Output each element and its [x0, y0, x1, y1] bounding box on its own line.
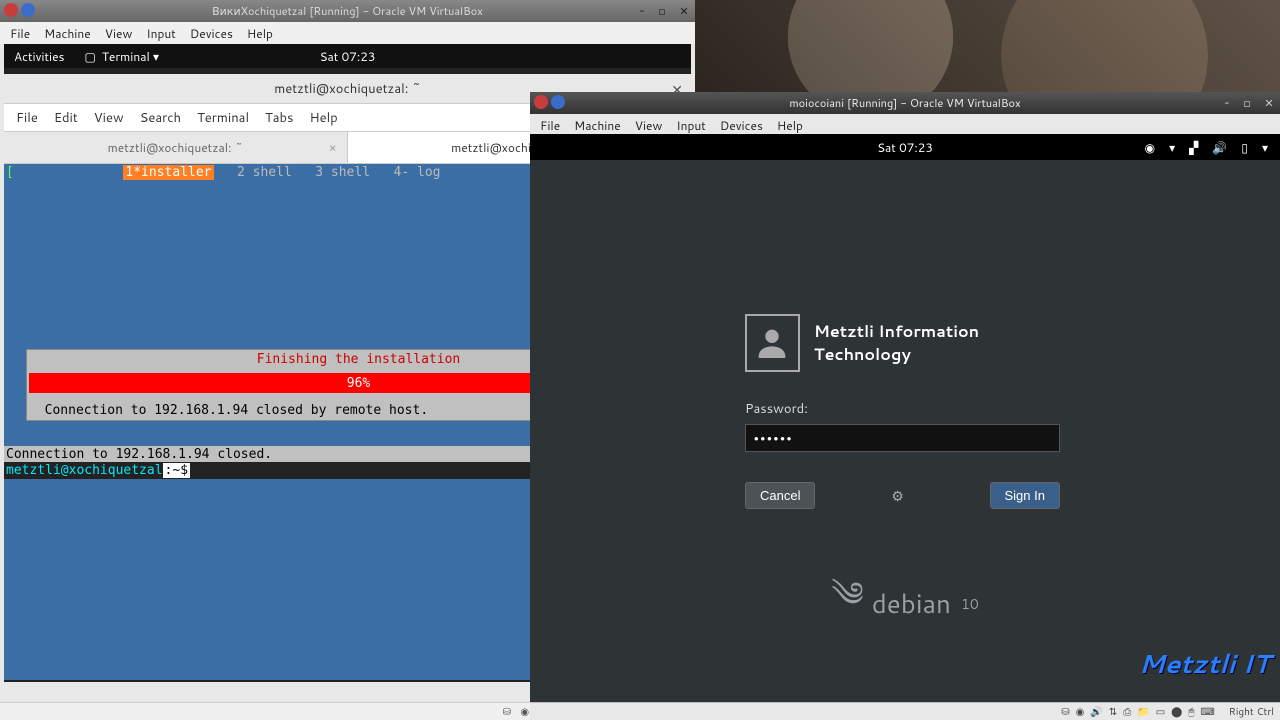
debian-version: 10: [961, 594, 979, 614]
menu-machine[interactable]: Machine: [574, 117, 621, 134]
tab-label: metztli@xochiquetzal: ~: [108, 139, 243, 156]
term-menu-edit[interactable]: Edit: [54, 109, 78, 127]
app-icon: [4, 3, 18, 17]
minimize-icon[interactable]: ╶: [629, 0, 651, 22]
term-menu-view[interactable]: View: [94, 109, 124, 127]
chevron-down-icon[interactable]: ▾: [1169, 139, 1175, 156]
menu-view[interactable]: View: [105, 25, 133, 42]
term-menu-help[interactable]: Help: [309, 109, 337, 127]
host-key-label: Right Ctrl: [1229, 705, 1274, 719]
battery-icon[interactable]: ▯: [1241, 139, 1248, 156]
vm-right-title: moiocoiani [Running] - Oracle VM Virtual…: [789, 95, 1020, 111]
gnome-top-bar: Activities ▢ Terminal ▾ Sat 07:23: [4, 44, 691, 68]
maximize-icon[interactable]: ▫: [1236, 92, 1258, 114]
term-menu-file[interactable]: File: [16, 109, 38, 127]
optical-icon[interactable]: ◉: [1076, 705, 1085, 719]
vm-right-statusbar: ⛁ ◉ 🔊 ⇅ ⎙ 📁 ▭ ⬤ 🖱 ⌨ Right Ctrl: [530, 702, 1280, 720]
byobu-tab-shell[interactable]: 2 shell: [237, 165, 292, 180]
mouse-icon[interactable]: 🖱: [1188, 705, 1194, 719]
watermark: Metztli IT: [1139, 646, 1270, 682]
hdd-icon[interactable]: ⛁: [500, 705, 514, 719]
usb-icon[interactable]: ⎙: [1123, 705, 1131, 719]
login-panel: Metztli Information Technology Password:…: [745, 314, 1065, 509]
app-menu-label: Terminal ▾: [102, 48, 159, 65]
desktop-background: [695, 0, 1280, 92]
titlebar-icons: [534, 95, 565, 109]
term-menu-terminal[interactable]: Terminal: [197, 109, 249, 127]
titlebar-icons: [4, 3, 35, 17]
debian-wordmark: debian: [872, 586, 951, 622]
menu-input[interactable]: Input: [676, 117, 706, 134]
system-tray[interactable]: ◉ ▾ ▞ 🔊 ▯ ▾: [1145, 139, 1280, 156]
shared-folder-icon[interactable]: 📁: [1137, 705, 1149, 719]
progress-percent: 96%: [347, 376, 370, 391]
gear-icon[interactable]: ⚙: [891, 486, 904, 506]
terminal-title: metztli@xochiquetzal: ~: [274, 80, 421, 98]
sign-in-button[interactable]: Sign In: [990, 482, 1060, 509]
clock[interactable]: Sat 07:23: [320, 48, 376, 65]
password-label: Password:: [745, 400, 1065, 418]
debian-logo: ༄ debian 10: [831, 556, 979, 652]
guest-right: Sat 07:23 ◉ ▾ ▞ 🔊 ▯ ▾ Metztli Informatio…: [530, 134, 1280, 702]
menu-help[interactable]: Help: [777, 117, 803, 134]
user-row: Metztli Information Technology: [745, 314, 1065, 372]
hdd-icon[interactable]: ⛁: [1061, 705, 1069, 719]
byobu-tab-installer[interactable]: 1*installer: [123, 165, 213, 180]
terminal-icon: ▢: [85, 48, 96, 65]
gnome-top-bar-right: Sat 07:23 ◉ ▾ ▞ 🔊 ▯ ▾: [530, 134, 1280, 160]
byobu-tab-shell2[interactable]: 3 shell: [315, 165, 370, 180]
keyboard-icon[interactable]: ⌨: [1200, 705, 1214, 719]
network-icon[interactable]: ⇅: [1109, 705, 1117, 719]
audio-icon[interactable]: 🔊: [1090, 705, 1102, 719]
password-input[interactable]: [745, 424, 1060, 452]
avatar: [745, 314, 800, 372]
user-display-name: Metztli Information Technology: [814, 320, 1065, 366]
term-menu-search[interactable]: Search: [140, 109, 181, 127]
msg-line: Connection to 192.168.1.94 closed by rem…: [29, 403, 428, 418]
display-icon[interactable]: ▭: [1156, 705, 1165, 719]
debian-swirl-icon: ༄: [831, 556, 863, 652]
cancel-button[interactable]: Cancel: [745, 482, 815, 509]
app-icon: [551, 95, 565, 109]
menu-view[interactable]: View: [635, 117, 663, 134]
vm-right-titlebar[interactable]: moiocoiani [Running] - Oracle VM Virtual…: [530, 92, 1280, 114]
bracket: [: [6, 165, 14, 180]
minimize-icon[interactable]: ╶: [1214, 92, 1236, 114]
menu-help[interactable]: Help: [247, 25, 273, 42]
person-icon: [752, 323, 792, 363]
menu-file[interactable]: File: [540, 117, 560, 134]
close-icon[interactable]: ×: [329, 139, 337, 156]
menu-devices[interactable]: Devices: [720, 117, 763, 134]
menu-machine[interactable]: Machine: [44, 25, 91, 42]
vm-window-right: moiocoiani [Running] - Oracle VM Virtual…: [530, 92, 1280, 720]
vm-left-titlebar[interactable]: ВикиXochiquetzal [Running] - Oracle VM V…: [0, 0, 695, 22]
prompt-path: :~$: [163, 463, 190, 478]
vm-right-menu: File Machine View Input Devices Help: [530, 114, 1280, 136]
clock[interactable]: Sat 07:23: [877, 139, 933, 156]
accessibility-icon[interactable]: ◉: [1145, 139, 1155, 156]
volume-icon[interactable]: 🔊: [1212, 139, 1227, 156]
record-icon[interactable]: ⬤: [1171, 705, 1182, 719]
terminal-tab[interactable]: metztli@xochiquetzal: ~ ×: [4, 132, 348, 163]
network-icon[interactable]: ▞: [1189, 139, 1198, 156]
app-menu[interactable]: ▢ Terminal ▾: [75, 48, 170, 65]
menu-devices[interactable]: Devices: [190, 25, 233, 42]
vm-left-title: ВикиXochiquetzal [Running] - Oracle VM V…: [212, 3, 483, 19]
close-icon[interactable]: ✕: [1258, 92, 1280, 114]
close-icon[interactable]: ✕: [673, 0, 695, 22]
chevron-down-icon[interactable]: ▾: [1262, 139, 1268, 156]
maximize-icon[interactable]: ▫: [651, 0, 673, 22]
term-menu-tabs[interactable]: Tabs: [265, 109, 293, 127]
login-buttons: Cancel ⚙ Sign In: [745, 482, 1060, 509]
activities-button[interactable]: Activities: [4, 48, 75, 65]
app-icon: [21, 3, 35, 17]
prompt-user: metztli@xochiquetzal: [6, 463, 163, 478]
vm-left-menu: File Machine View Input Devices Help: [0, 22, 695, 44]
menu-file[interactable]: File: [10, 25, 30, 42]
app-icon: [534, 95, 548, 109]
msg-line: Connection to 192.168.1.94 closed.: [6, 447, 272, 462]
menu-input[interactable]: Input: [146, 25, 176, 42]
byobu-tab-log[interactable]: 4- log: [394, 165, 441, 180]
